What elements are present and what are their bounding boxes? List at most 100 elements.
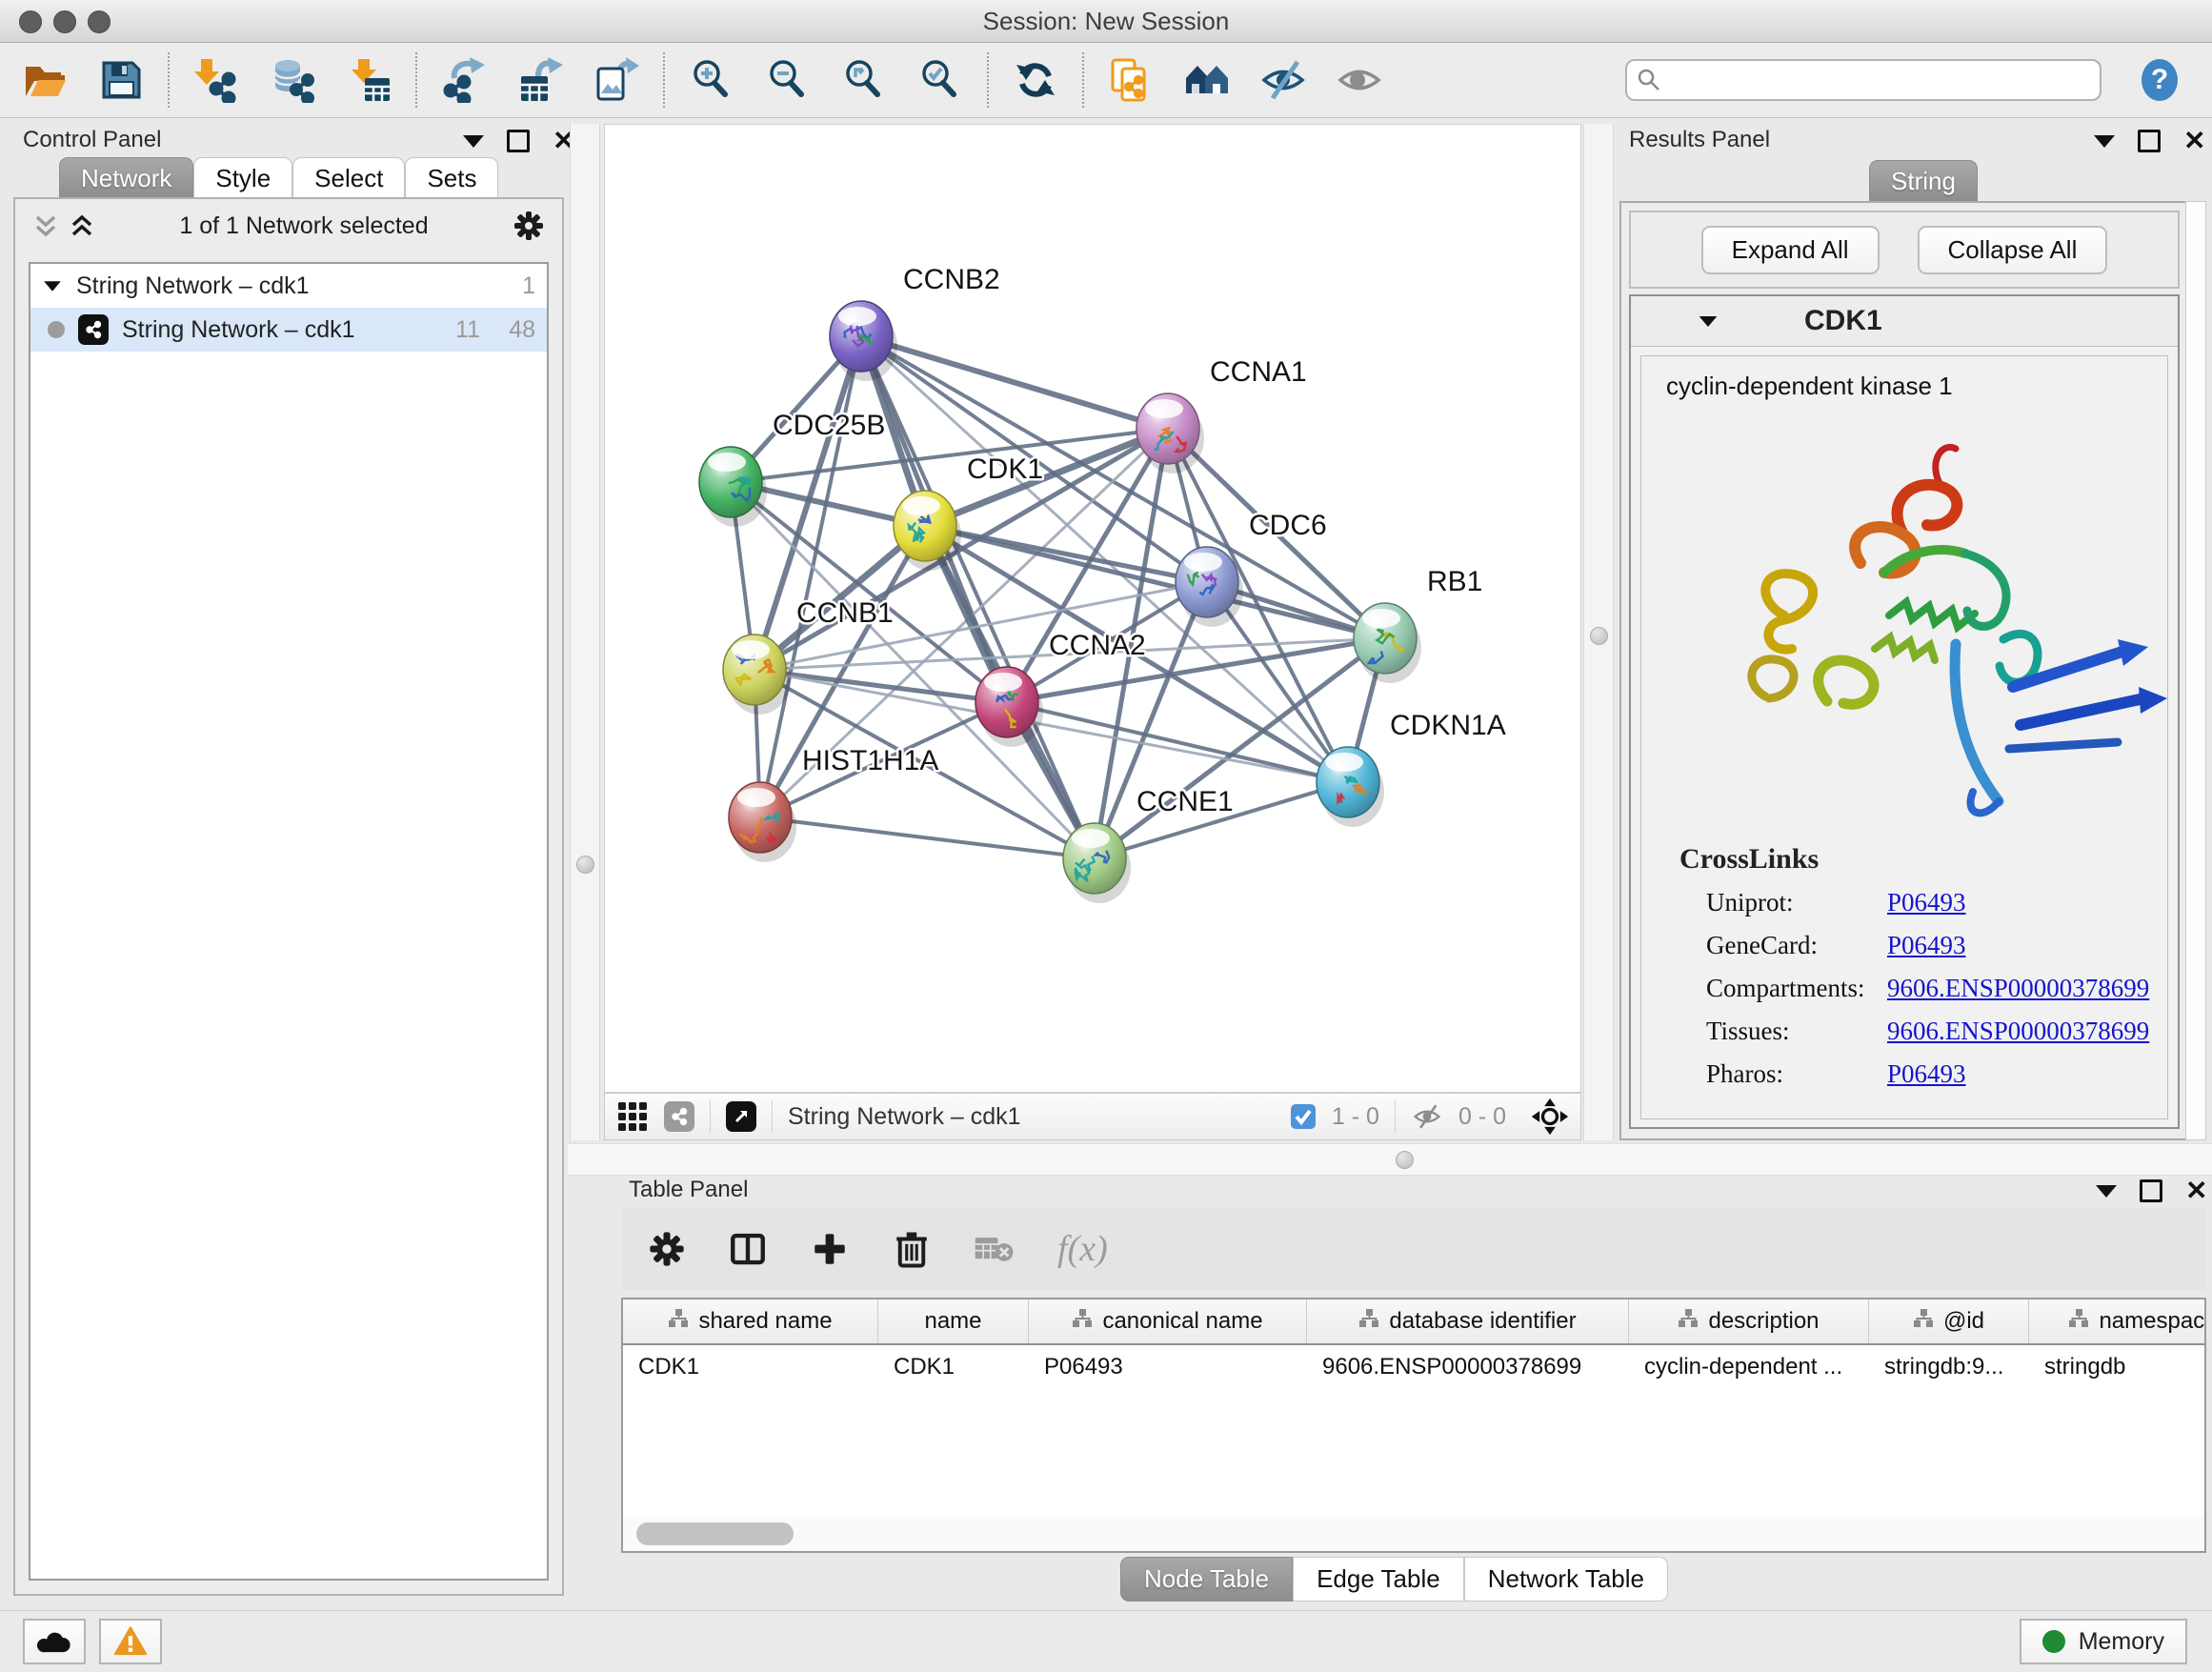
crosslink-link[interactable]: P06493 <box>1887 1059 1966 1089</box>
import-network-button[interactable] <box>192 56 240 104</box>
crosslink-link[interactable]: P06493 <box>1887 931 1966 960</box>
export-image-button[interactable] <box>593 56 640 104</box>
crosslink-link[interactable]: 9606.ENSP00000378699 <box>1887 974 2149 1003</box>
duplicate-network-button[interactable] <box>1107 56 1155 104</box>
edge-HIST1H1A-CCNE1[interactable] <box>760 817 1095 858</box>
control-panel-maximize-icon[interactable] <box>507 130 530 152</box>
network-collection-row[interactable]: String Network – cdk1 1 <box>30 264 547 308</box>
import-table-button[interactable] <box>345 56 392 104</box>
birdseye-view-icon[interactable] <box>726 1101 756 1132</box>
refresh-view-button[interactable] <box>1012 56 1059 104</box>
show-all-button[interactable] <box>1336 56 1383 104</box>
network-node-CDK1[interactable] <box>894 491 961 571</box>
edge-CCNA2-CDKN1A[interactable] <box>1007 702 1348 782</box>
zoom-out-button[interactable] <box>764 56 812 104</box>
tab-network-table[interactable]: Network Table <box>1464 1557 1668 1601</box>
search-input[interactable] <box>1669 66 2090 94</box>
table-cell[interactable]: CDK1 <box>878 1345 1029 1389</box>
help-button[interactable]: ? <box>2136 56 2183 104</box>
column-header-namespace[interactable]: namespace <box>2029 1299 2206 1343</box>
delete-column-icon[interactable] <box>892 1229 932 1269</box>
edge-CCNB2-CCNA1[interactable] <box>861 336 1168 429</box>
table-cell[interactable]: 9606.ENSP00000378699 <box>1307 1345 1629 1389</box>
table-cell[interactable]: stringdb:9... <box>1869 1345 2029 1389</box>
network-options-gear-icon[interactable] <box>513 210 545 242</box>
left-splitter[interactable] <box>570 124 600 1140</box>
left-splitter-handle[interactable] <box>576 856 594 874</box>
edge-CCNB1-CCNA2[interactable] <box>754 670 1007 702</box>
column-header-canonical-name[interactable]: canonical name <box>1029 1299 1307 1343</box>
network-node-RB1[interactable] <box>1354 603 1421 683</box>
results-panel-maximize-icon[interactable] <box>2138 130 2161 152</box>
zoom-selected-button[interactable] <box>916 56 964 104</box>
network-row[interactable]: String Network – cdk1 11 48 <box>30 308 547 352</box>
crosslink-link[interactable]: P06493 <box>1887 888 1966 917</box>
export-table-button[interactable] <box>516 56 564 104</box>
collection-expander-icon[interactable] <box>44 281 61 291</box>
network-node-CCNE1[interactable] <box>1063 823 1131 903</box>
table-panel-maximize-icon[interactable] <box>2140 1179 2162 1202</box>
network-node-CCNA2[interactable] <box>975 667 1043 747</box>
results-panel-float-icon[interactable] <box>2094 135 2115 148</box>
column-header-shared-name[interactable]: shared name <box>623 1299 878 1343</box>
tab-edge-table[interactable]: Edge Table <box>1293 1557 1464 1601</box>
results-panel-close-icon[interactable]: ✕ <box>2183 128 2205 154</box>
import-network-from-database-button[interactable] <box>269 56 316 104</box>
column-header-description[interactable]: description <box>1629 1299 1869 1343</box>
right-splitter-handle[interactable] <box>1590 627 1608 645</box>
first-neighbors-button[interactable] <box>1183 56 1231 104</box>
show-columns-icon[interactable] <box>728 1229 768 1269</box>
expand-all-icon[interactable] <box>69 212 95 239</box>
table-row[interactable]: CDK1CDK1P064939606.ENSP00000378699cyclin… <box>623 1345 2204 1389</box>
table-panel-close-icon[interactable]: ✕ <box>2185 1178 2207 1204</box>
save-session-button[interactable] <box>97 56 145 104</box>
collapse-all-icon[interactable] <box>32 212 59 239</box>
tab-node-table[interactable]: Node Table <box>1120 1557 1293 1601</box>
warning-status-button[interactable] <box>99 1619 162 1664</box>
share-view-icon[interactable] <box>664 1101 694 1132</box>
network-node-CDKN1A[interactable] <box>1317 747 1384 827</box>
edge-CCNB2-CCNE1[interactable] <box>861 336 1095 858</box>
control-panel-float-icon[interactable] <box>463 135 484 148</box>
tab-style[interactable]: Style <box>193 157 292 199</box>
collapse-all-button[interactable]: Collapse All <box>1918 226 2108 274</box>
expand-all-button[interactable]: Expand All <box>1701 226 1880 274</box>
network-node-CDC25B[interactable] <box>699 447 767 527</box>
column-header-name[interactable]: name <box>878 1299 1029 1343</box>
search-field[interactable] <box>1625 59 2101 101</box>
memory-button[interactable]: Memory <box>2020 1619 2187 1664</box>
zoom-in-button[interactable] <box>688 56 735 104</box>
column-header--id[interactable]: @id <box>1869 1299 2029 1343</box>
protein-section-header[interactable]: CDK1 <box>1631 296 2178 347</box>
right-splitter[interactable] <box>1583 124 1614 1140</box>
network-graph[interactable]: CCNB2CCNA1CDC25BCDK1CDC6RB1CCNB1CCNA2CDK… <box>605 125 1580 1092</box>
export-network-button[interactable] <box>440 56 488 104</box>
selected-checkbox-icon[interactable] <box>1290 1103 1317 1130</box>
table-cell[interactable]: stringdb <box>2029 1345 2206 1389</box>
hide-selected-button[interactable] <box>1259 56 1307 104</box>
tab-sets[interactable]: Sets <box>405 157 498 199</box>
open-session-button[interactable] <box>21 56 69 104</box>
protein-expander-icon[interactable] <box>1699 315 1718 326</box>
column-header-database-identifier[interactable]: database identifier <box>1307 1299 1629 1343</box>
tab-network[interactable]: Network <box>59 157 193 199</box>
zoom-fit-button[interactable] <box>840 56 888 104</box>
grid-view-icon[interactable] <box>616 1100 649 1133</box>
tab-select[interactable]: Select <box>292 157 405 199</box>
table-panel-float-icon[interactable] <box>2096 1185 2117 1198</box>
table-cell[interactable]: cyclin-dependent ... <box>1629 1345 1869 1389</box>
table-scrollbar-thumb[interactable] <box>636 1522 794 1545</box>
crosshair-icon[interactable] <box>1531 1098 1569 1136</box>
crosslink-link[interactable]: 9606.ENSP00000378699 <box>1887 1017 2149 1046</box>
network-canvas[interactable]: CCNB2CCNA1CDC25BCDK1CDC6RB1CCNB1CCNA2CDK… <box>604 124 1581 1093</box>
delete-table-icon[interactable] <box>974 1232 1016 1266</box>
table-cell[interactable]: P06493 <box>1029 1345 1307 1389</box>
tab-string[interactable]: String <box>1869 160 1978 202</box>
table-horizontal-scrollbar[interactable] <box>623 1517 2204 1551</box>
horizontal-splitter-handle[interactable] <box>1396 1151 1414 1169</box>
cloud-status-button[interactable] <box>23 1619 86 1664</box>
table-cell[interactable]: CDK1 <box>623 1345 878 1389</box>
horizontal-splitter[interactable] <box>568 1143 2212 1176</box>
network-node-CCNB2[interactable] <box>830 301 897 381</box>
table-settings-gear-icon[interactable] <box>648 1230 686 1268</box>
